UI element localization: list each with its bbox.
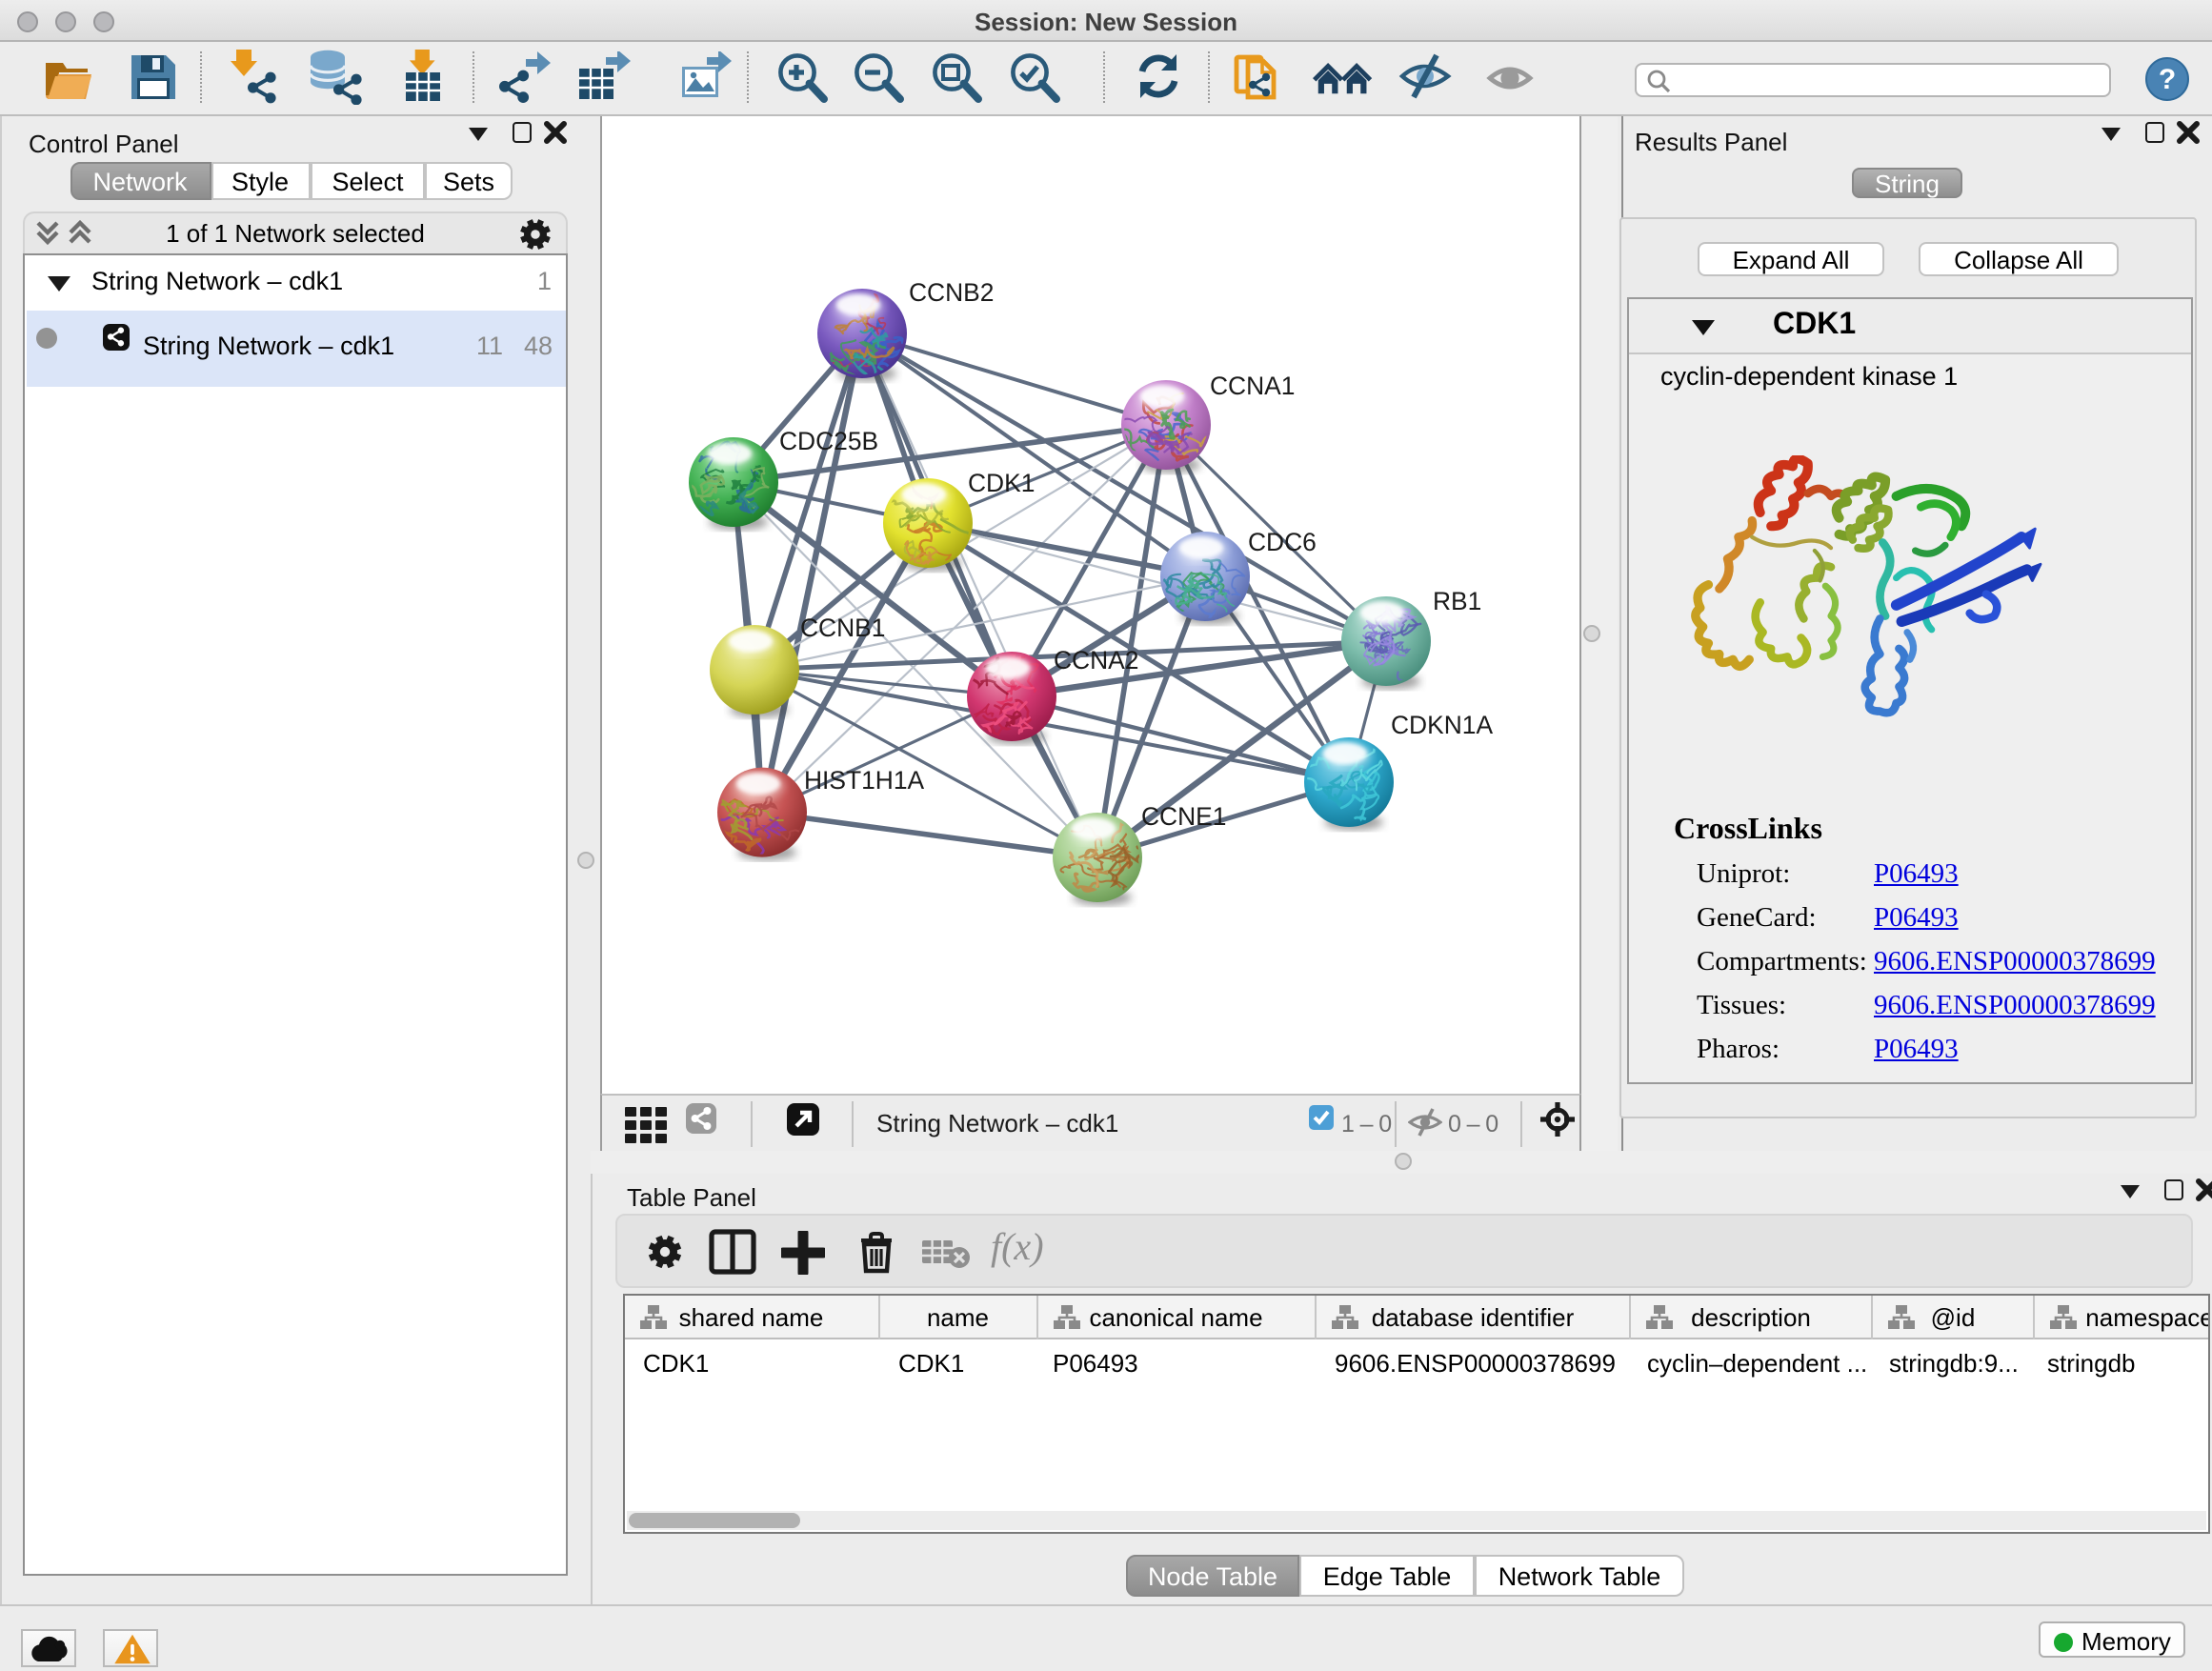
- svg-text:RB1: RB1: [1433, 587, 1481, 615]
- svg-text:CDC6: CDC6: [1248, 528, 1317, 556]
- svg-text:CCNA1: CCNA1: [1210, 372, 1295, 400]
- svg-text:CCNB1: CCNB1: [800, 614, 885, 642]
- svg-text:HIST1H1A: HIST1H1A: [804, 766, 925, 795]
- svg-text:CCNA2: CCNA2: [1054, 646, 1138, 674]
- svg-text:CCNB2: CCNB2: [909, 278, 994, 307]
- svg-text:CCNE1: CCNE1: [1141, 802, 1226, 831]
- svg-text:CDK1: CDK1: [968, 469, 1035, 497]
- svg-text:?: ?: [2159, 64, 2176, 95]
- svg-text:CDC25B: CDC25B: [779, 427, 878, 455]
- svg-text:CDKN1A: CDKN1A: [1391, 711, 1493, 739]
